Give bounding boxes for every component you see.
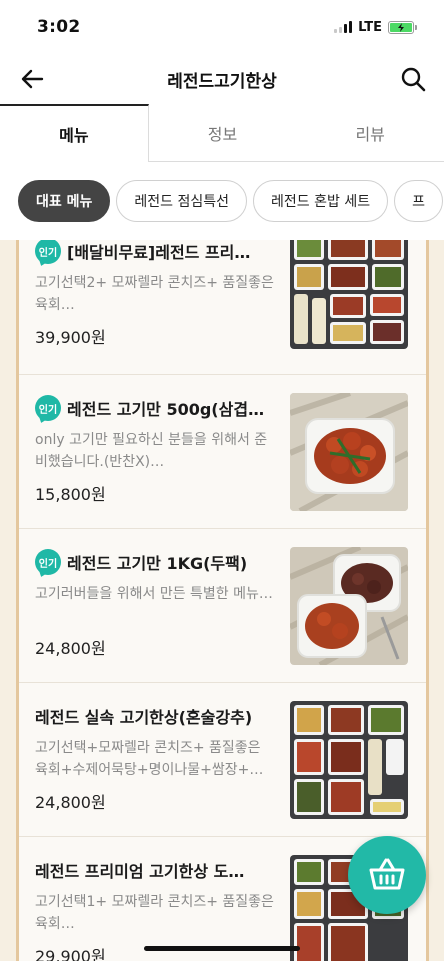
popular-badge: 인기	[35, 549, 61, 575]
arrow-left-icon	[21, 69, 44, 89]
search-icon	[401, 67, 426, 92]
menu-item-photo	[290, 240, 408, 349]
tab-reviews[interactable]: 리뷰	[296, 104, 444, 161]
menu-item-photo	[290, 547, 408, 665]
menu-item-description: 고기러버들을 위해서 만든 특별한 메뉴…	[35, 586, 273, 602]
menu-item-description: 고기선택2+ 모짜렐라 콘치즈+ 품질좋은 육회…	[35, 275, 274, 313]
menu-item-title: 레전드 고기만 500g(삼겹…	[67, 400, 265, 419]
menu-item-title: 레전드 프리미엄 고기한상 도…	[35, 862, 245, 881]
network-label: LTE	[358, 19, 382, 35]
menu-item-title: 레전드 실속 고기한상(혼술강추)	[35, 708, 253, 727]
status-indicators: LTE	[334, 19, 417, 35]
menu-item-description: only 고기만 필요하신 분들을 위해서 준비했습니다.(반찬X)…	[35, 432, 268, 470]
tab-info[interactable]: 정보	[149, 104, 297, 161]
menu-item[interactable]: 인기 레전드 고기만 1KG(두팩) 고기러버들을 위해서 만든 특별한 메뉴……	[19, 529, 426, 683]
menu-item-description: 고기선택+모짜렐라 콘치즈+ 품질좋은 육회+수제어묵탕+명이나물+쌈장+…	[35, 740, 264, 778]
menu-item-title: 레전드 고기만 1KG(두팩)	[67, 554, 248, 573]
page-title: 레전드고기한상	[167, 71, 277, 92]
menu-item-photo	[290, 701, 408, 819]
signal-icon	[334, 21, 353, 33]
battery-icon	[388, 20, 417, 34]
tab-menu[interactable]: 메뉴	[0, 104, 149, 162]
app-header: 레전드고기한상	[0, 54, 444, 104]
basket-icon	[369, 858, 405, 890]
home-indicator[interactable]	[144, 946, 300, 951]
menu-item-price: 39,900원	[35, 328, 106, 347]
chip-premium[interactable]: 프	[394, 180, 443, 222]
menu-item-photo	[290, 393, 408, 511]
category-chips: 대표 메뉴 레전드 점심특선 레전드 혼밥 세트 프	[18, 180, 444, 224]
menu-item[interactable]: 인기 [배달비무료]레전드 프리… 고기선택2+ 모짜렐라 콘치즈+ 품질좋은 …	[19, 240, 426, 375]
search-button[interactable]	[400, 66, 426, 92]
cart-button[interactable]	[348, 836, 426, 914]
chip-lunch-special[interactable]: 레전드 점심특선	[116, 180, 248, 222]
menu-item[interactable]: 인기 레전드 고기만 500g(삼겹… only 고기만 필요하신 분들을 위해…	[19, 375, 426, 529]
menu-item[interactable]: 레전드 실속 고기한상(혼술강추) 고기선택+모짜렐라 콘치즈+ 품질좋은 육회…	[19, 683, 426, 837]
status-time: 3:02	[37, 17, 81, 37]
popular-badge: 인기	[35, 240, 61, 264]
tab-bar: 메뉴 정보 리뷰	[0, 104, 444, 162]
popular-badge: 인기	[35, 395, 61, 421]
chip-solo-set[interactable]: 레전드 혼밥 세트	[253, 180, 389, 222]
menu-item-description: 고기선택1+ 모짜렐라 콘치즈+ 품질좋은 육회…	[35, 894, 274, 932]
chip-signature-menu[interactable]: 대표 메뉴	[18, 180, 111, 222]
menu-item-price: 15,800원	[35, 485, 106, 504]
menu-item-title: [배달비무료]레전드 프리…	[67, 243, 251, 262]
menu-item-price: 24,800원	[35, 793, 106, 812]
back-button[interactable]	[20, 66, 46, 92]
menu-item-price: 24,800원	[35, 639, 106, 658]
status-bar: 3:02 LTE	[0, 0, 444, 54]
